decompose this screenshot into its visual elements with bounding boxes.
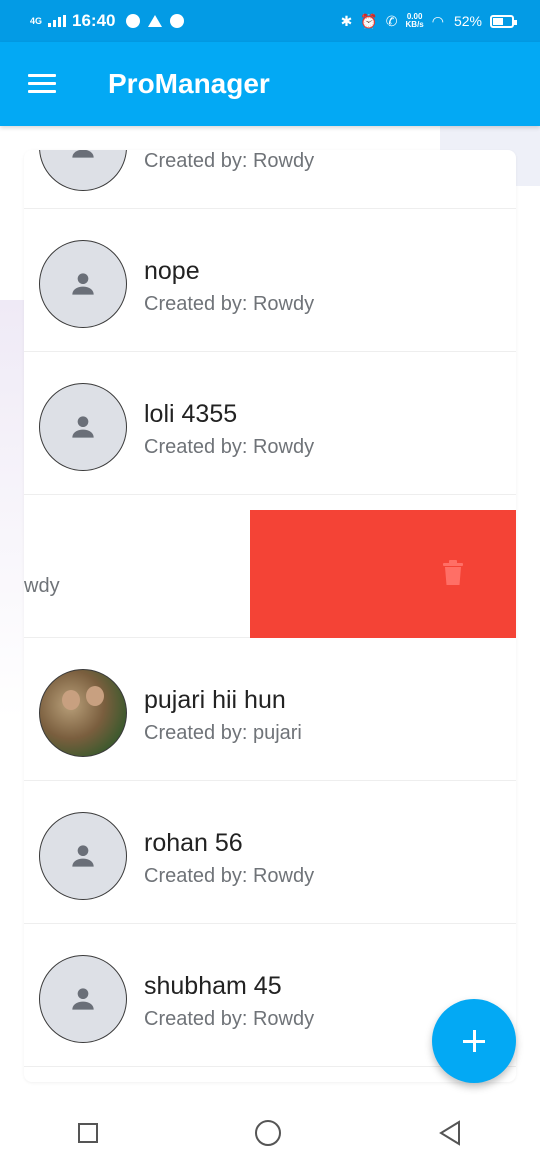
avatar (39, 669, 127, 757)
drive-icon (147, 15, 162, 27)
avatar (39, 240, 127, 328)
trash-icon[interactable] (441, 560, 465, 586)
item-subtitle: Created by: Rowdy (144, 865, 315, 887)
item-title: pujari hii hun (144, 686, 286, 714)
circle-icon[interactable] (254, 1120, 281, 1146)
network-speed-unit: KB/s (405, 20, 424, 29)
app-title: ProManager (108, 68, 270, 99)
triangle-back-icon[interactable] (438, 1120, 462, 1146)
network-type: 4G (30, 15, 43, 26)
avatar (39, 812, 127, 900)
wifi-icon: ◠ (431, 12, 444, 29)
list-item[interactable]: nope Created by: Rowdy (24, 209, 516, 352)
square-icon[interactable] (78, 1123, 99, 1143)
project-list: Created by: Rowdy nope Created by: Rowdy… (24, 150, 516, 1082)
list-item[interactable]: pujari hii hun Created by: pujari (24, 638, 516, 781)
list-item-swiped[interactable]: wdy (24, 495, 516, 638)
person-icon (72, 150, 94, 158)
hamburger-menu-icon[interactable] (28, 74, 56, 94)
call-icon: ✆ (385, 12, 398, 29)
avatar (39, 955, 127, 1043)
list-item[interactable]: loli 4355 Created by: Rowdy (24, 352, 516, 495)
network-indicator: 4G (30, 16, 42, 27)
battery-icon (490, 14, 517, 28)
item-subtitle: Created by: Rowdy (144, 436, 315, 458)
item-subtitle: Created by: pujari (144, 722, 302, 744)
avatar (39, 383, 127, 471)
battery-percentage: 52% (453, 13, 482, 29)
alarm-icon: ⏰ (360, 12, 378, 29)
item-subtitle: Created by: Rowdy (144, 150, 315, 172)
person-icon (72, 416, 94, 438)
status-bar: 4G 16:40 ✱ ⏰ ✆ 0.00 KB/s ◠ 52% (0, 0, 540, 42)
photo-face (62, 690, 80, 710)
app-bar: ProManager (0, 42, 540, 126)
item-title: nope (144, 257, 200, 285)
item-title: shubham 45 (144, 972, 282, 1000)
person-icon (72, 845, 94, 867)
person-icon (72, 273, 94, 295)
chrome-icon (125, 14, 140, 28)
add-project-button[interactable] (432, 999, 516, 1083)
network-speed: 0.00 KB/s (406, 13, 424, 29)
status-time: 16:40 (72, 11, 116, 30)
item-subtitle: wdy (24, 575, 60, 597)
avatar (39, 150, 127, 191)
bluetooth-icon: ✱ (340, 12, 353, 29)
photo-face (86, 686, 104, 706)
system-nav-bar (0, 1096, 540, 1170)
item-title: loli 4355 (144, 400, 238, 428)
delete-swipe-background[interactable] (250, 510, 516, 638)
item-subtitle: Created by: Rowdy (144, 293, 315, 315)
item-subtitle: Created by: Rowdy (144, 1008, 315, 1030)
list-item[interactable]: Created by: Rowdy (24, 150, 516, 209)
plus-icon (472, 1030, 476, 1052)
signal-icon (48, 15, 67, 27)
person-icon (72, 988, 94, 1010)
alarm-icon (169, 14, 184, 28)
list-item[interactable]: rohan 56 Created by: Rowdy (24, 781, 516, 924)
item-title: rohan 56 (144, 829, 243, 857)
